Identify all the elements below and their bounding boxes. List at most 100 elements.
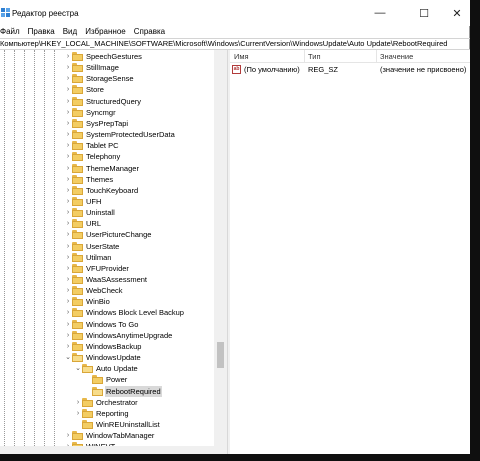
- tree-item[interactable]: › Windows To Go: [0, 319, 215, 330]
- chevron-right-icon[interactable]: ›: [64, 253, 72, 262]
- tree-item-label[interactable]: StructuredQuery: [85, 96, 142, 107]
- menu-favorites[interactable]: Избранное: [85, 26, 131, 38]
- tree-item[interactable]: ⌄ WindowsUpdate: [0, 352, 215, 363]
- tree-vertical-scrollbar[interactable]: [214, 50, 227, 454]
- chevron-right-icon[interactable]: ›: [64, 63, 72, 72]
- column-header-data[interactable]: Значение: [380, 52, 413, 61]
- tree-item-label[interactable]: WindowTabManager: [85, 430, 155, 441]
- tree-item[interactable]: › Orchestrator: [0, 397, 215, 408]
- tree-item[interactable]: › URL: [0, 218, 215, 229]
- chevron-right-icon[interactable]: ›: [64, 286, 72, 295]
- tree-item[interactable]: WinREUninstallList: [0, 419, 215, 430]
- chevron-right-icon[interactable]: ›: [64, 264, 72, 273]
- tree-item-label[interactable]: Windows Block Level Backup: [85, 307, 185, 318]
- tree-item-label[interactable]: Themes: [85, 174, 114, 185]
- chevron-right-icon[interactable]: ›: [64, 320, 72, 329]
- tree-item-label[interactable]: Auto Update: [95, 363, 139, 374]
- address-bar[interactable]: Компьютер\HKEY_LOCAL_MACHINE\SOFTWARE\Mi…: [0, 38, 470, 50]
- close-button[interactable]: ✕: [444, 0, 470, 26]
- tree-item-label[interactable]: WindowsUpdate: [85, 352, 142, 363]
- chevron-right-icon[interactable]: ›: [64, 152, 72, 161]
- tree-item-label[interactable]: VFUProvider: [85, 263, 130, 274]
- chevron-right-icon[interactable]: ›: [64, 308, 72, 317]
- chevron-right-icon[interactable]: ›: [74, 409, 82, 418]
- column-divider[interactable]: [304, 50, 305, 63]
- chevron-right-icon[interactable]: ›: [64, 242, 72, 251]
- chevron-right-icon[interactable]: ›: [64, 119, 72, 128]
- tree-item[interactable]: › StorageSense: [0, 73, 215, 84]
- chevron-right-icon[interactable]: ›: [64, 230, 72, 239]
- tree-item[interactable]: › UserState: [0, 241, 215, 252]
- chevron-down-icon[interactable]: ⌄: [64, 353, 72, 362]
- tree-item-label[interactable]: WinBio: [85, 296, 111, 307]
- tree-item[interactable]: › WaaSAssessment: [0, 274, 215, 285]
- tree-item[interactable]: › Tablet PC: [0, 140, 215, 151]
- tree-item[interactable]: › SpeechGestures: [0, 51, 215, 62]
- chevron-right-icon[interactable]: ›: [64, 97, 72, 106]
- menu-view[interactable]: Вид: [63, 26, 82, 38]
- tree-item-label[interactable]: URL: [85, 218, 102, 229]
- tree-item[interactable]: › SysPrepTapi: [0, 118, 215, 129]
- tree-item[interactable]: › Uninstall: [0, 207, 215, 218]
- tree-item-label[interactable]: Reporting: [95, 408, 130, 419]
- tree-item[interactable]: › UFH: [0, 196, 215, 207]
- tree-item-label[interactable]: SysPrepTapi: [85, 118, 129, 129]
- column-divider[interactable]: [376, 50, 377, 63]
- chevron-right-icon[interactable]: ›: [64, 431, 72, 440]
- tree-item-label[interactable]: UserState: [85, 241, 120, 252]
- chevron-down-icon[interactable]: ⌄: [74, 364, 82, 373]
- maximize-button[interactable]: ☐: [406, 0, 442, 26]
- chevron-right-icon[interactable]: ›: [64, 197, 72, 206]
- chevron-right-icon[interactable]: ›: [74, 398, 82, 407]
- tree-item-label[interactable]: RebootRequired: [105, 385, 162, 397]
- tree-item[interactable]: › Telephony: [0, 151, 215, 162]
- tree-item-label[interactable]: TouchKeyboard: [85, 185, 139, 196]
- tree-item-label[interactable]: WaaSAssessment: [85, 274, 148, 285]
- chevron-right-icon[interactable]: ›: [64, 85, 72, 94]
- tree-item[interactable]: › Store: [0, 84, 215, 95]
- tree-item-label[interactable]: UserPictureChange: [85, 229, 152, 240]
- minimize-button[interactable]: —: [362, 0, 398, 26]
- tree-item[interactable]: › WinBio: [0, 296, 215, 307]
- tree-item-label[interactable]: Windows To Go: [85, 319, 139, 330]
- tree-item[interactable]: ⌄ Auto Update: [0, 363, 215, 374]
- chevron-right-icon[interactable]: ›: [64, 331, 72, 340]
- chevron-right-icon[interactable]: ›: [64, 219, 72, 228]
- registry-key-tree[interactable]: › SpeechGestures › StillImage › StorageSense ›…: [0, 50, 227, 454]
- chevron-right-icon[interactable]: ›: [64, 208, 72, 217]
- chevron-right-icon[interactable]: ›: [64, 130, 72, 139]
- tree-item[interactable]: › Reporting: [0, 408, 215, 419]
- tree-item-label[interactable]: Orchestrator: [95, 397, 139, 408]
- tree-item[interactable]: › StructuredQuery: [0, 96, 215, 107]
- tree-item-label[interactable]: Store: [85, 84, 105, 95]
- tree-item[interactable]: › StillImage: [0, 62, 215, 73]
- title-bar[interactable]: Редактор реестра — ☐ ✕: [0, 0, 470, 26]
- tree-item-label[interactable]: SystemProtectedUserData: [85, 129, 176, 140]
- tree-item[interactable]: › TouchKeyboard: [0, 185, 215, 196]
- menu-help[interactable]: Справка: [134, 26, 170, 38]
- chevron-right-icon[interactable]: ›: [64, 342, 72, 351]
- tree-item-label[interactable]: WebCheck: [85, 285, 124, 296]
- chevron-right-icon[interactable]: ›: [64, 108, 72, 117]
- chevron-right-icon[interactable]: ›: [64, 52, 72, 61]
- tree-item[interactable]: › ThemeManager: [0, 163, 215, 174]
- scrollbar-thumb[interactable]: [217, 342, 224, 368]
- column-header-type[interactable]: Тип: [308, 52, 321, 61]
- tree-item-label[interactable]: WinREUninstallList: [95, 419, 161, 430]
- menu-edit[interactable]: Правка: [28, 26, 60, 38]
- tree-item[interactable]: › WindowsAnytimeUpgrade: [0, 330, 215, 341]
- tree-item-label[interactable]: Tablet PC: [85, 140, 120, 151]
- menu-file[interactable]: Файл: [0, 26, 25, 38]
- tree-horizontal-scrollbar[interactable]: [0, 446, 227, 454]
- tree-item[interactable]: › Utilman: [0, 252, 215, 263]
- tree-item-label[interactable]: Uninstall: [85, 207, 116, 218]
- tree-item-label[interactable]: StorageSense: [85, 73, 135, 84]
- chevron-right-icon[interactable]: ›: [64, 186, 72, 195]
- tree-item[interactable]: › VFUProvider: [0, 263, 215, 274]
- chevron-right-icon[interactable]: ›: [64, 164, 72, 173]
- chevron-right-icon[interactable]: ›: [64, 175, 72, 184]
- tree-item[interactable]: › WindowsBackup: [0, 341, 215, 352]
- tree-item[interactable]: › SystemProtectedUserData: [0, 129, 215, 140]
- tree-item-label[interactable]: SpeechGestures: [85, 51, 143, 62]
- tree-item-label[interactable]: StillImage: [85, 62, 120, 73]
